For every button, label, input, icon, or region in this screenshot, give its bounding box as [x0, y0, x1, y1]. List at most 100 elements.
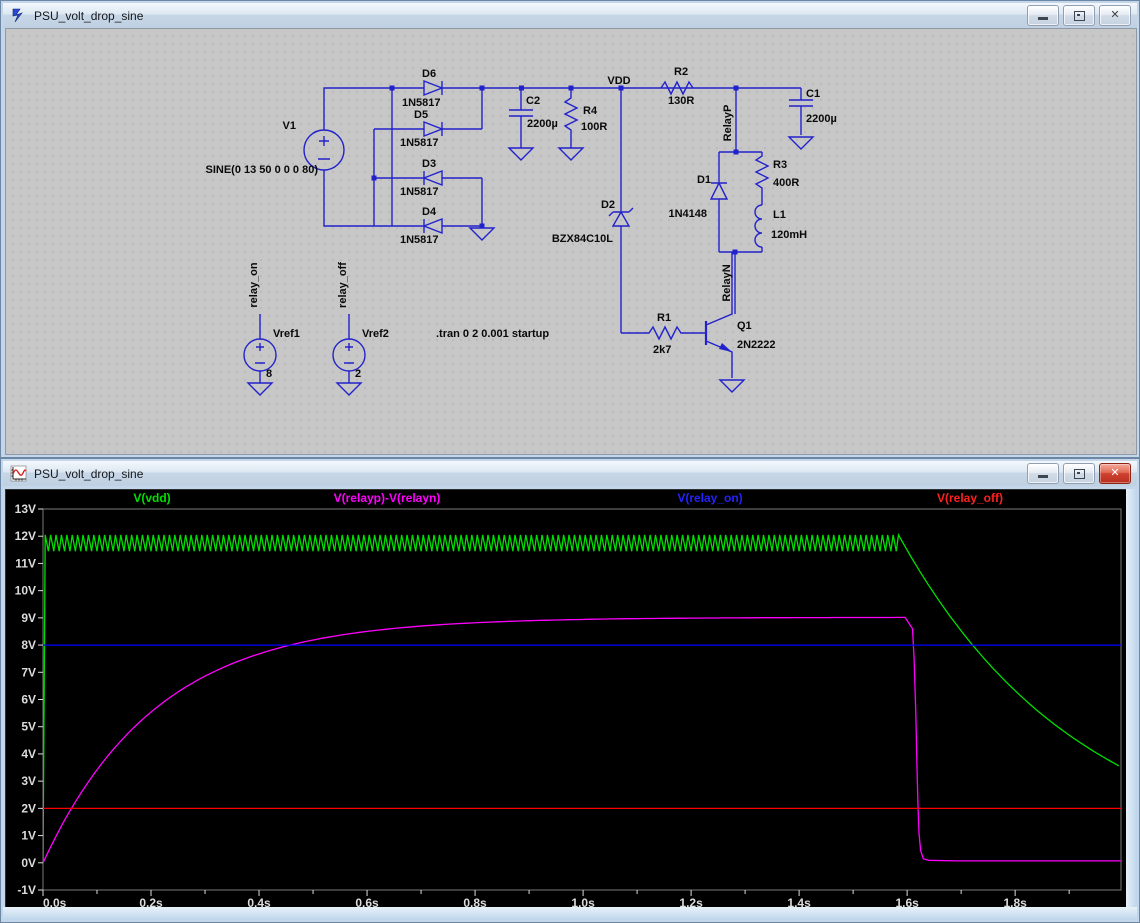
value-R1: 2k7 — [653, 344, 671, 356]
restore-icon — [1074, 469, 1085, 479]
minimize-icon — [1038, 17, 1048, 20]
minimize-icon — [1038, 475, 1048, 478]
value-C2: 2200µ — [527, 118, 558, 130]
ground-symbol — [720, 380, 744, 392]
ref-V1: V1 — [283, 120, 296, 132]
ground-symbol — [337, 383, 361, 395]
ref-R4: R4 — [583, 105, 598, 117]
value-V1: SINE(0 13 50 0 0 0 80) — [205, 164, 318, 176]
waveform-icon — [10, 465, 27, 482]
ground-symbol — [470, 228, 494, 240]
value-Vref2: 2 — [355, 368, 361, 380]
ltspice-schematic-icon — [10, 7, 27, 24]
schematic-canvas[interactable]: V1 SINE(0 13 50 0 0 0 80) D6 1N5817 D5 1… — [5, 28, 1137, 455]
legend-relayp-relayn[interactable]: V(relayp)-V(relayn) — [334, 491, 441, 505]
value-D2: BZX84C10L — [552, 233, 613, 245]
ref-R1: R1 — [657, 312, 671, 324]
restore-icon — [1074, 11, 1085, 21]
ref-Q1: Q1 — [737, 320, 752, 332]
close-icon: ✕ — [1110, 10, 1119, 21]
spice-directive: .tran 0 2 0.001 startup — [436, 328, 549, 340]
net-label-relayp: RelayP — [722, 105, 734, 142]
waveform-window: PSU_volt_drop_sine ✕ V(vdd) V(relayp)-V(… — [0, 458, 1140, 923]
waveform-window-title: PSU_volt_drop_sine — [34, 467, 143, 481]
value-Vref1: 8 — [266, 368, 272, 380]
svg-text:8V: 8V — [21, 638, 36, 652]
svg-text:7V: 7V — [21, 665, 36, 679]
schematic-window: PSU_volt_drop_sine ✕ — [0, 0, 1140, 458]
legend-relay-on[interactable]: V(relay_on) — [677, 491, 742, 505]
svg-text:13V: 13V — [15, 502, 36, 516]
value-D4: 1N5817 — [400, 234, 439, 246]
svg-text:10V: 10V — [15, 584, 36, 598]
svg-text:-1V: -1V — [17, 883, 36, 897]
ground-symbol — [789, 137, 813, 149]
value-C1: 2200µ — [806, 113, 837, 125]
svg-text:1V: 1V — [21, 829, 36, 843]
minimize-button[interactable] — [1027, 5, 1059, 26]
ref-D2: D2 — [601, 199, 615, 211]
value-D5: 1N5817 — [400, 137, 439, 149]
restore-button[interactable] — [1063, 5, 1095, 26]
window-frame-bottom — [3, 907, 1137, 920]
waveform-pane[interactable]: V(vdd) V(relayp)-V(relayn) V(relay_on) V… — [5, 489, 1128, 909]
schematic-window-title: PSU_volt_drop_sine — [34, 9, 143, 23]
component-Vref2[interactable] — [333, 314, 365, 395]
ref-D1: D1 — [697, 174, 711, 186]
ref-R2: R2 — [674, 66, 688, 78]
ref-D3: D3 — [422, 158, 436, 170]
close-icon: ✕ — [1110, 468, 1119, 479]
minimize-button[interactable] — [1027, 463, 1059, 484]
legend-vdd[interactable]: V(vdd) — [133, 491, 170, 505]
ground-symbol — [248, 383, 272, 395]
ref-Vref2: Vref2 — [362, 328, 389, 340]
emitter-arrow — [719, 343, 732, 352]
ref-R3: R3 — [773, 159, 787, 171]
close-button[interactable]: ✕ — [1099, 463, 1131, 484]
net-label-vdd: VDD — [607, 75, 630, 87]
plot-border — [43, 509, 1121, 890]
component-L1[interactable] — [755, 205, 762, 252]
ref-C1: C1 — [806, 88, 820, 100]
value-D3: 1N5817 — [400, 186, 439, 198]
ref-Vref1: Vref1 — [273, 328, 300, 340]
svg-text:3V: 3V — [21, 774, 36, 788]
component-R1[interactable] — [621, 327, 706, 339]
ground-symbol — [509, 148, 533, 160]
svg-text:6V: 6V — [21, 693, 36, 707]
ref-D5: D5 — [414, 109, 428, 121]
restore-button[interactable] — [1063, 463, 1095, 484]
ref-L1: L1 — [773, 209, 786, 221]
net-label-relayn: RelayN — [721, 264, 733, 301]
waveform-plot: V(vdd) V(relayp)-V(relayn) V(relay_on) V… — [5, 489, 1128, 909]
value-L1: 120mH — [771, 229, 807, 241]
legend-relay-off[interactable]: V(relay_off) — [937, 491, 1003, 505]
waveform-titlebar[interactable]: PSU_volt_drop_sine ✕ — [3, 461, 1137, 486]
value-D6: 1N5817 — [402, 97, 441, 109]
window-frame-right — [1126, 489, 1137, 907]
desktop: { "schematic_window": { "title": "PSU_vo… — [0, 0, 1140, 923]
ground-symbol — [559, 148, 583, 160]
ref-C2: C2 — [526, 95, 540, 107]
component-R3[interactable] — [756, 152, 768, 205]
value-R2: 130R — [668, 95, 694, 107]
net-label-relay-off: relay_off — [337, 262, 349, 308]
value-D1: 1N4148 — [668, 208, 707, 220]
component-Vref1[interactable] — [244, 314, 276, 395]
svg-text:9V: 9V — [21, 611, 36, 625]
net-label-relay-on: relay_on — [248, 262, 260, 308]
value-R4: 100R — [581, 121, 607, 133]
svg-text:4V: 4V — [21, 747, 36, 761]
component-R4[interactable] — [559, 88, 583, 160]
svg-text:0V: 0V — [21, 856, 36, 870]
component-D6[interactable] — [424, 81, 482, 95]
ref-D4: D4 — [422, 206, 437, 218]
plot-legend: V(vdd) V(relayp)-V(relayn) V(relay_on) V… — [133, 491, 1003, 505]
component-D1[interactable] — [711, 152, 727, 252]
close-button[interactable]: ✕ — [1099, 5, 1131, 26]
value-Q1: 2N2222 — [737, 339, 776, 351]
value-R3: 400R — [773, 177, 799, 189]
ref-D6: D6 — [422, 68, 436, 80]
svg-text:12V: 12V — [15, 529, 36, 543]
schematic-titlebar[interactable]: PSU_volt_drop_sine ✕ — [3, 3, 1137, 28]
